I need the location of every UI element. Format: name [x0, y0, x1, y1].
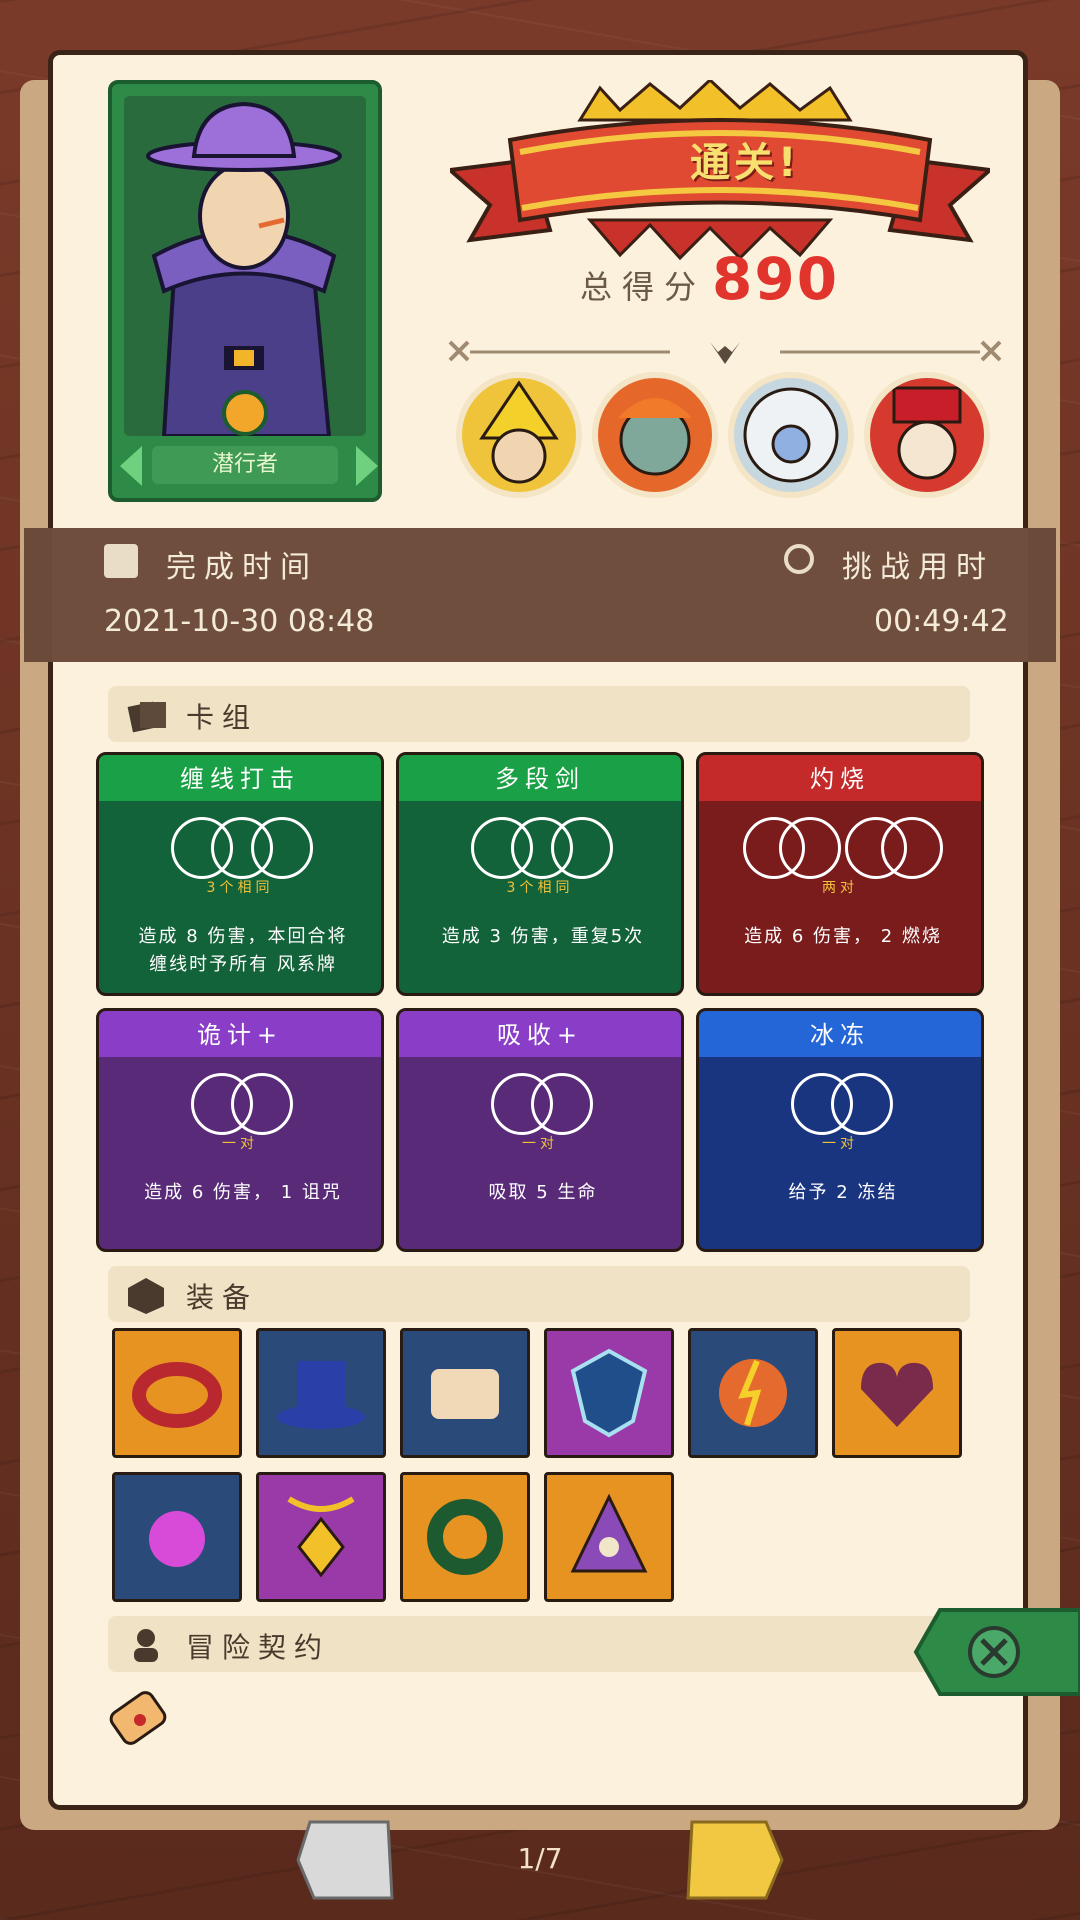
lightning-orb-icon[interactable] — [688, 1328, 818, 1458]
contract-section-header: 冒险契约 — [108, 1616, 970, 1672]
boss-avatar-yeti[interactable] — [728, 372, 854, 498]
stopwatch-icon — [784, 544, 814, 574]
boss-avatar-ringmaster[interactable] — [864, 372, 990, 498]
hero-name: 潜行者 — [152, 446, 338, 484]
purple-splash-icon[interactable] — [112, 1472, 242, 1602]
skill-card-description: 造成 6 伤害， 1 诅咒 — [144, 1182, 342, 1203]
rank-medal-icon — [222, 390, 268, 436]
hero-portrait — [124, 96, 366, 436]
next-page-button[interactable] — [684, 1818, 784, 1902]
adventurer-icon — [126, 1626, 166, 1668]
cards-icon — [126, 696, 170, 738]
skill-card-description: 吸取 5 生命 — [488, 1182, 598, 1203]
close-button[interactable] — [912, 1606, 1080, 1698]
skill-card-title: 多段剑 — [495, 765, 585, 793]
shield-mask-icon[interactable] — [544, 1328, 674, 1458]
equipment-section-header: 装备 — [108, 1266, 970, 1322]
skill-card[interactable]: 缠线打击 3个相同 造成 8 伤害，本回合将 缠线时予所有 风系牌 — [96, 752, 384, 996]
challenge-time-value: 00:49:42 — [874, 604, 1009, 639]
skill-card[interactable]: 吸收+ 一对 吸取 5 生命 — [396, 1008, 684, 1252]
score-value: 890 — [712, 245, 840, 313]
score-label: 总得分 — [580, 268, 707, 306]
cursed-heart-icon[interactable] — [832, 1328, 962, 1458]
skill-card-description: 造成 6 伤害， 2 燃烧 — [744, 926, 942, 947]
boss-avatar-orc[interactable] — [592, 372, 718, 498]
hero-next-arrow-icon[interactable] — [356, 446, 378, 486]
hero-card[interactable]: 潜行者 — [108, 80, 382, 502]
skill-card-title: 吸收+ — [496, 1021, 584, 1049]
skill-card[interactable]: 多段剑 3个相同 造成 3 伤害，重复5次 — [396, 752, 684, 996]
eye-flask-icon[interactable] — [544, 1472, 674, 1602]
deck-section-title: 卡组 — [186, 701, 259, 734]
skill-card-requirement: 两对 — [822, 880, 858, 896]
skill-card-title: 冰冻 — [810, 1021, 870, 1049]
skill-card-description: 给予 2 冻结 — [788, 1182, 898, 1203]
skill-card-requirement: 3个相同 — [506, 880, 574, 896]
complete-time-value: 2021-10-30 08:48 — [104, 604, 375, 639]
skill-card-requirement: 3个相同 — [206, 880, 274, 896]
contract-section-title: 冒险契约 — [186, 1631, 331, 1664]
skill-card-description: 造成 3 伤害，重复5次 — [441, 926, 645, 947]
skill-card-description: 造成 8 伤害，本回合将 缠线时予所有 风系牌 — [138, 926, 348, 975]
boss-avatar-wizard[interactable] — [456, 372, 582, 498]
skill-card[interactable]: 冰冻 一对 给予 2 冻结 — [696, 1008, 984, 1252]
skill-card-requirement: 一对 — [822, 1136, 858, 1152]
serpent-ring-icon[interactable] — [400, 1472, 530, 1602]
page-indicator: 1/7 — [517, 1842, 563, 1875]
skill-card-requirement: 一对 — [222, 1136, 258, 1152]
deck-section-header: 卡组 — [108, 686, 970, 742]
hero-prev-arrow-icon[interactable] — [120, 446, 142, 486]
skill-card-title: 缠线打击 — [180, 765, 300, 793]
banner-title: 通关! — [690, 140, 801, 186]
prev-page-button[interactable] — [296, 1818, 396, 1902]
skill-card-title: 灼烧 — [810, 765, 870, 793]
ornament-divider — [448, 340, 1002, 364]
amulet-icon[interactable] — [256, 1472, 386, 1602]
challenge-time-label: 挑战用时 — [842, 550, 994, 585]
skill-card[interactable]: 灼烧 两对 造成 6 伤害， 2 燃烧 — [696, 752, 984, 996]
skill-card[interactable]: 诡计+ 一对 造成 6 伤害， 1 诅咒 — [96, 1008, 384, 1252]
skill-card-title: 诡计+ — [196, 1021, 284, 1049]
calendar-icon — [104, 544, 138, 578]
top-hat-icon[interactable] — [256, 1328, 386, 1458]
box-icon — [126, 1276, 166, 1318]
scroll-icon[interactable] — [400, 1328, 530, 1458]
contract-scroll-icon[interactable] — [100, 1680, 176, 1760]
equipment-section-title: 装备 — [186, 1281, 259, 1314]
spiked-bracelet-icon[interactable] — [112, 1328, 242, 1458]
skill-card-requirement: 一对 — [522, 1136, 558, 1152]
complete-time-label: 完成时间 — [166, 550, 318, 585]
